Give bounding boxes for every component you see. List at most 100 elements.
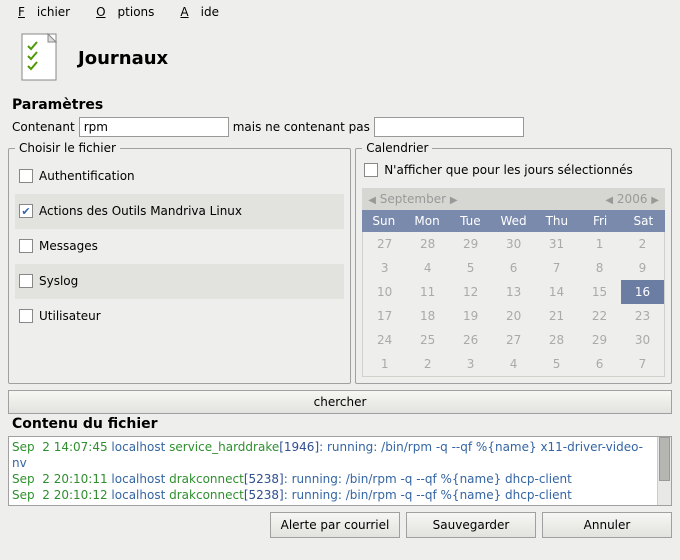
calendar-day[interactable]: 17 [363, 304, 406, 328]
calendar-day[interactable]: 7 [621, 352, 664, 376]
calendar-day[interactable]: 3 [449, 352, 492, 376]
day-header: Sun [362, 210, 405, 232]
calendar-day[interactable]: 14 [535, 280, 578, 304]
calendar-day[interactable]: 4 [492, 352, 535, 376]
only-selected-label: N'afficher que pour les jours sélectionn… [384, 163, 633, 177]
year-prev[interactable]: ◀ [605, 195, 613, 206]
day-header: Fri [578, 210, 621, 232]
year-label: 2006 [617, 192, 648, 206]
app-icon [16, 32, 62, 85]
file-item[interactable]: Authentification [15, 159, 344, 194]
menu-file[interactable]: Fichier [6, 3, 82, 21]
file-checkbox[interactable] [19, 169, 33, 183]
calendar-day[interactable]: 24 [363, 328, 406, 352]
log-output: Sep 2 14:07:45 localhost service_harddra… [8, 436, 672, 506]
calendar-day[interactable]: 22 [578, 304, 621, 328]
calendar-day[interactable]: 2 [621, 232, 664, 256]
not-containing-input[interactable] [374, 117, 524, 137]
calendar-day[interactable]: 20 [492, 304, 535, 328]
file-item[interactable]: Syslog [15, 264, 344, 299]
search-button[interactable]: chercher [8, 390, 672, 414]
menu-options[interactable]: Options [84, 3, 166, 21]
calendar-day[interactable]: 5 [535, 352, 578, 376]
calendar-day[interactable]: 16 [621, 280, 664, 304]
calendar-day[interactable]: 28 [406, 232, 449, 256]
file-checkbox[interactable] [19, 274, 33, 288]
calendar-day[interactable]: 18 [406, 304, 449, 328]
file-checkbox[interactable] [19, 239, 33, 253]
day-header: Thu [535, 210, 578, 232]
month-prev[interactable]: ◀ [368, 195, 376, 206]
calendar-day[interactable]: 12 [449, 280, 492, 304]
calendar-legend: Calendrier [362, 141, 432, 155]
calendar-day[interactable]: 25 [406, 328, 449, 352]
calendar-day[interactable]: 15 [578, 280, 621, 304]
filter-row: Contenant mais ne contenant pas [0, 115, 680, 141]
menu-help[interactable]: Aide [168, 3, 231, 21]
calendar-day[interactable]: 29 [578, 328, 621, 352]
file-item-label: Messages [39, 239, 98, 253]
month-next[interactable]: ▶ [450, 195, 458, 206]
file-checkbox[interactable] [19, 204, 33, 218]
not-containing-label: mais ne contenant pas [233, 120, 370, 134]
calendar-day[interactable]: 1 [363, 352, 406, 376]
calendar-day[interactable]: 21 [535, 304, 578, 328]
calendar-day[interactable]: 31 [535, 232, 578, 256]
day-header: Tue [449, 210, 492, 232]
calendar-day[interactable]: 10 [363, 280, 406, 304]
file-item-label: Utilisateur [39, 309, 101, 323]
log-line: Sep 2 20:10:12 localhost drakconnect[523… [12, 487, 654, 503]
file-item-label: Authentification [39, 169, 135, 183]
file-item[interactable]: Messages [15, 229, 344, 264]
calendar-day[interactable]: 6 [492, 256, 535, 280]
calendar-day[interactable]: 11 [406, 280, 449, 304]
calendar-day[interactable]: 7 [535, 256, 578, 280]
calendar-day[interactable]: 2 [406, 352, 449, 376]
calendar-day[interactable]: 4 [406, 256, 449, 280]
footer: Alerte par courriel Sauvegarder Annuler [0, 506, 680, 544]
calendar-day[interactable]: 23 [621, 304, 664, 328]
calendar-day[interactable]: 26 [449, 328, 492, 352]
params-heading: Paramètres [0, 97, 680, 115]
file-group-legend: Choisir le fichier [15, 141, 120, 155]
menubar: Fichier Options Aide [0, 0, 680, 24]
day-header: Mon [405, 210, 448, 232]
calendar-day[interactable]: 27 [492, 328, 535, 352]
page-title: Journaux [78, 48, 168, 69]
file-group: Choisir le fichier Authentification Actio… [8, 141, 351, 384]
file-checkbox[interactable] [19, 309, 33, 323]
day-header: Sat [622, 210, 665, 232]
calendar-day[interactable]: 30 [492, 232, 535, 256]
calendar-day[interactable]: 6 [578, 352, 621, 376]
calendar-day[interactable]: 5 [449, 256, 492, 280]
file-item-label: Syslog [39, 274, 78, 288]
calendar-day[interactable]: 28 [535, 328, 578, 352]
only-selected-checkbox[interactable] [364, 163, 378, 177]
calendar-day[interactable]: 27 [363, 232, 406, 256]
file-item[interactable]: Actions des Outils Mandriva Linux [15, 194, 344, 229]
cancel-button[interactable]: Annuler [542, 512, 672, 538]
calendar-day[interactable]: 13 [492, 280, 535, 304]
log-line: Sep 3 09:03:27 localhost rpmdrake[5763]:… [12, 503, 654, 505]
calendar-day[interactable]: 19 [449, 304, 492, 328]
calendar-day[interactable]: 9 [621, 256, 664, 280]
containing-label: Contenant [12, 120, 75, 134]
content-heading: Contenu du fichier [0, 416, 680, 434]
scrollbar[interactable] [657, 437, 671, 505]
save-button[interactable]: Sauvegarder [406, 512, 536, 538]
containing-input[interactable] [79, 117, 229, 137]
calendar-day[interactable]: 3 [363, 256, 406, 280]
calendar-day[interactable]: 29 [449, 232, 492, 256]
calendar-group: Calendrier N'afficher que pour les jours… [355, 141, 672, 384]
log-line: Sep 2 14:07:45 localhost service_harddra… [12, 439, 654, 471]
calendar-day[interactable]: 8 [578, 256, 621, 280]
day-header: Wed [492, 210, 535, 232]
calendar-header: ◀ September ▶ ◀ 2006 ▶ [362, 188, 665, 210]
calendar-day[interactable]: 1 [578, 232, 621, 256]
log-line: Sep 2 20:10:11 localhost drakconnect[523… [12, 471, 654, 487]
year-next[interactable]: ▶ [651, 195, 659, 206]
file-item[interactable]: Utilisateur [15, 299, 344, 334]
scrollbar-thumb[interactable] [659, 437, 670, 481]
mail-alert-button[interactable]: Alerte par courriel [270, 512, 400, 538]
calendar-day[interactable]: 30 [621, 328, 664, 352]
